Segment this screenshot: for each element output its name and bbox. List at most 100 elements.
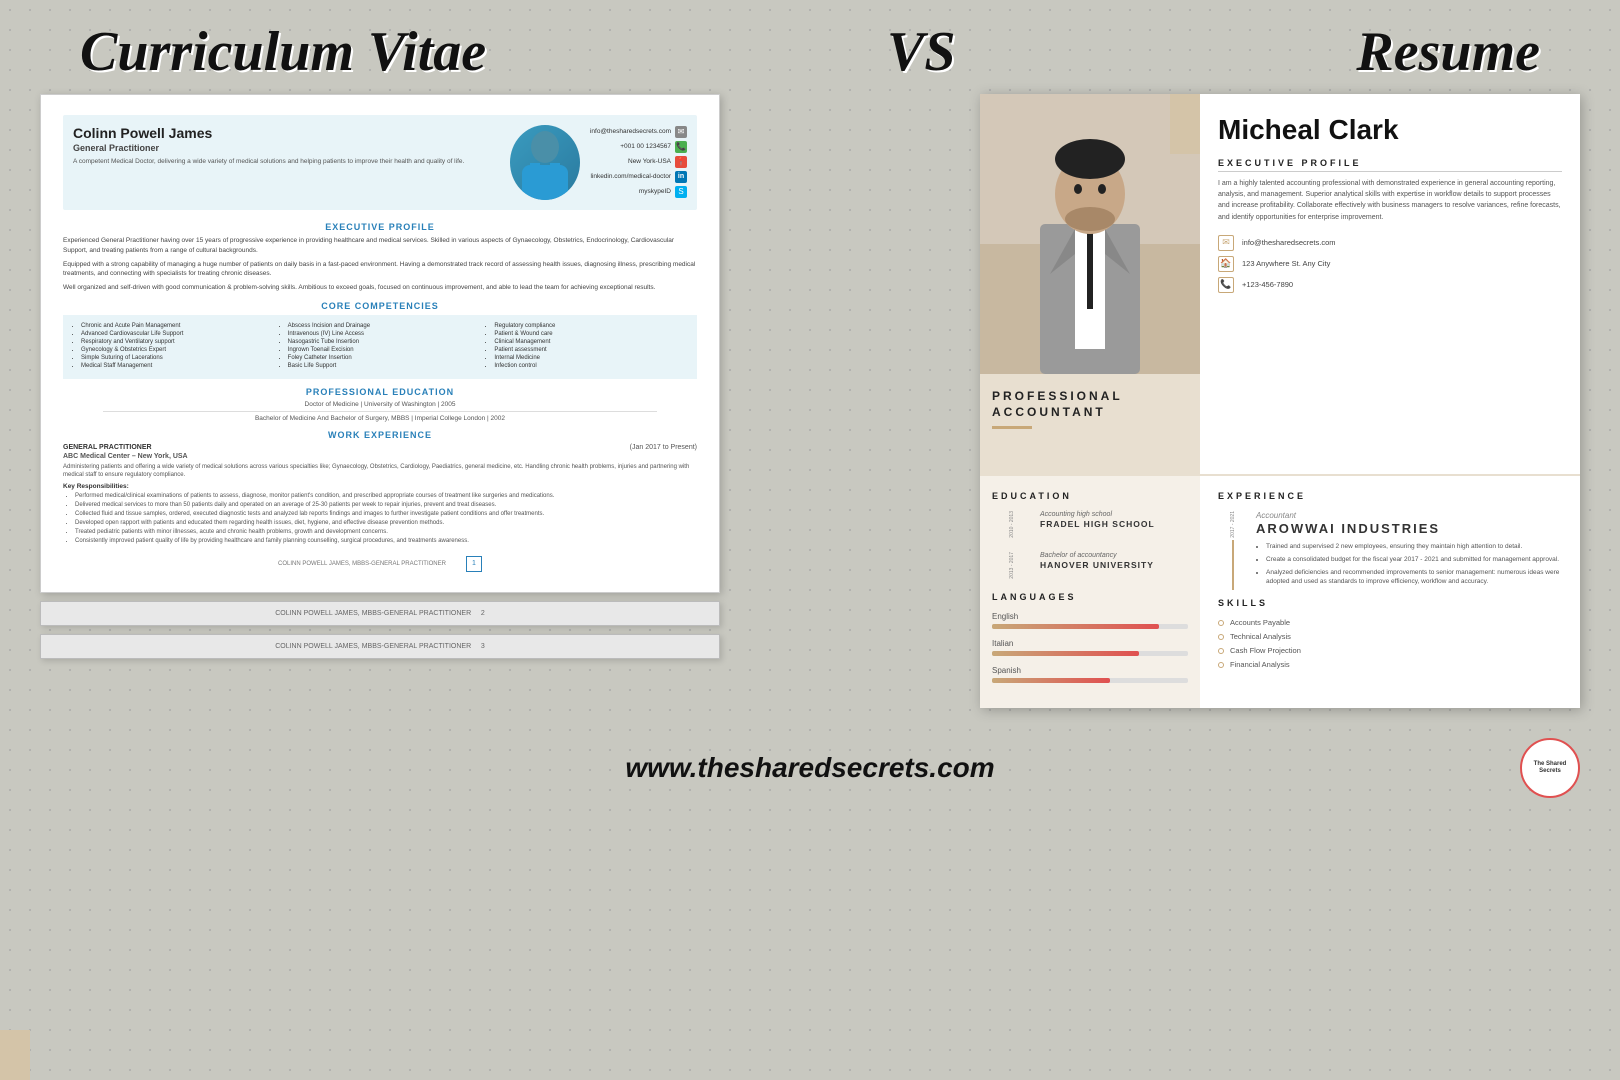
lang-spanish-name: Spanish: [992, 666, 1188, 675]
main-content: Colinn Powell James General Practitioner…: [0, 94, 1620, 728]
list-item: Gynecology & Obstetrics Expert: [81, 347, 276, 353]
list-item: Regulatory compliance: [494, 323, 689, 329]
cv-page2-footer: COLINN POWELL JAMES, MBBS-GENERAL PRACTI…: [275, 610, 471, 617]
cv-profile-3: Well organized and self-driven with good…: [63, 283, 697, 293]
resume-bottom: EDUCATION 2010 - 2013 Accounting high sc…: [980, 474, 1580, 708]
cv-page-1: Colinn Powell James General Practitioner…: [40, 94, 720, 593]
cv-competencies-title: CORE COMPETENCIES: [63, 301, 697, 311]
cv-page-number: 1: [466, 556, 482, 572]
exp-item-1: 2017 - 2021 Accountant AROWWAI INDUSTRIE…: [1218, 511, 1562, 590]
cv-page3-footer: COLINN POWELL JAMES, MBBS-GENERAL PRACTI…: [275, 643, 471, 650]
website-url: www.thesharedsecrets.com: [625, 752, 994, 784]
cv-title: Curriculum Vitae: [80, 20, 486, 84]
cv-work-desc: Administering patients and offering a wi…: [63, 463, 697, 480]
resume-title: Resume: [1356, 20, 1540, 84]
exp-company-name: AROWWAI INDUSTRIES: [1256, 521, 1562, 536]
list-item: Basic Life Support: [288, 363, 483, 369]
exp-bullets-list: Trained and supervised 2 new employees, …: [1256, 542, 1562, 587]
contact-phone-row: +001 00 1234567 📞: [590, 140, 687, 153]
resume-phone-icon: 📞: [1218, 277, 1234, 293]
cv-comp-list-1: Chronic and Acute Pain Management Advanc…: [71, 323, 276, 369]
skill-label: Cash Flow Projection: [1230, 646, 1301, 655]
resume-address: 123 Anywhere St. Any City: [1242, 259, 1330, 268]
cv-work-org: ABC Medical Center – New York, USA: [63, 453, 697, 460]
resume-address-icon: 🏠: [1218, 256, 1234, 272]
list-item: Consistently improved patient quality of…: [75, 537, 697, 546]
resume-contact-email: ✉ info@thesharedsecrets.com: [1218, 235, 1562, 251]
resume-prof-title: PROFESSIONAL ACCOUNTANT: [980, 374, 1200, 450]
skill-dot: [1218, 662, 1224, 668]
cv-work-bullets: Performed medical/clinical examinations …: [63, 492, 697, 546]
cv-edu-2: Bachelor of Medicine And Bachelor of Sur…: [63, 415, 697, 422]
skill-dot: [1218, 648, 1224, 654]
cv-phone: +001 00 1234567: [620, 140, 671, 153]
lang-italian: Italian: [992, 639, 1188, 656]
edu-year-bar-2: 2013 - 2017: [992, 552, 1032, 581]
resume-skills-title: SKILLS: [1218, 598, 1562, 608]
cv-header-info: Colinn Powell James General Practitioner…: [73, 125, 500, 200]
lang-english-name: English: [992, 612, 1188, 621]
list-item: Trained and supervised 2 new employees, …: [1266, 542, 1562, 552]
contact-location-row: New York-USA 📍: [590, 155, 687, 168]
list-item: Respiratory and Ventilatory support: [81, 339, 276, 345]
list-item: Simple Suturing of Lacerations: [81, 355, 276, 361]
skill-accounts-payable: Accounts Payable: [1218, 618, 1562, 627]
list-item: Collected fluid and tissue samples, orde…: [75, 510, 697, 519]
cv-photo-svg: [510, 125, 580, 200]
list-item: Performed medical/clinical examinations …: [75, 492, 697, 501]
resume-exec-title: EXECUTIVE PROFILE: [1218, 158, 1562, 172]
lang-english-bar-bg: [992, 624, 1188, 629]
exp-content-1: Accountant AROWWAI INDUSTRIES Trained an…: [1256, 511, 1562, 590]
list-item: Create a consolidated budget for the fis…: [1266, 555, 1562, 565]
list-item: Delivered medical services to more than …: [75, 501, 697, 510]
list-item: Abscess Incision and Drainage: [288, 323, 483, 329]
list-item: Patient & Wound care: [494, 331, 689, 337]
list-item: Medical Staff Management: [81, 363, 276, 369]
cv-exec-profile-title: EXECUTIVE PROFILE: [63, 222, 697, 232]
cv-work-list: Performed medical/clinical examinations …: [63, 492, 697, 546]
skill-label: Financial Analysis: [1230, 660, 1290, 669]
list-item: Foley Catheter Insertion: [288, 355, 483, 361]
resume-prof-line2: ACCOUNTANT: [992, 405, 1188, 421]
edu-school-2: HANOVER UNIVERSITY: [1040, 560, 1188, 570]
cv-comp-col-2: Abscess Incision and Drainage Intravenou…: [278, 323, 483, 371]
edu-item-2: 2013 - 2017 Bachelor of accountancy HANO…: [992, 552, 1188, 581]
list-item: Developed open rapport with patients and…: [75, 519, 697, 528]
cv-comp-list-3: Regulatory compliance Patient & Wound ca…: [484, 323, 689, 369]
resume-page: PROFESSIONAL ACCOUNTANT Micheal Clark EX…: [980, 94, 1580, 708]
resume-contact-address: 🏠 123 Anywhere St. Any City: [1218, 256, 1562, 272]
skill-label: Accounts Payable: [1230, 618, 1290, 627]
exp-bar-line-1: [1232, 540, 1234, 590]
resume-name: Micheal Clark: [1218, 114, 1562, 146]
exp-year-1: 2017 - 2021: [1230, 511, 1236, 538]
cv-section: Colinn Powell James General Practitioner…: [40, 94, 720, 708]
vs-text: VS: [887, 20, 956, 84]
cv-contact: info@thesharedsecrets.com ✉ +001 00 1234…: [590, 125, 687, 200]
list-item: Intravenous (IV) Line Access: [288, 331, 483, 337]
list-item: Internal Medicine: [494, 355, 689, 361]
resume-photo-area: [980, 94, 1200, 374]
linkedin-icon: in: [675, 171, 687, 183]
cv-page2-num: 2: [481, 610, 485, 617]
resume-email-icon: ✉: [1218, 235, 1234, 251]
lang-italian-bar-bg: [992, 651, 1188, 656]
contact-linkedin-row: linkedin.com/medical-doctor in: [590, 170, 687, 183]
list-item: Nasogastric Tube Insertion: [288, 339, 483, 345]
list-item: Clinical Management: [494, 339, 689, 345]
cv-page-3: COLINN POWELL JAMES, MBBS-GENERAL PRACTI…: [40, 634, 720, 659]
cv-work-resp: Key Responsibilities:: [63, 483, 697, 490]
resume-contact-list: ✉ info@thesharedsecrets.com 🏠 123 Anywhe…: [1218, 235, 1562, 293]
list-item: Analyzed deficiencies and recommended im…: [1266, 568, 1562, 588]
resume-photo-svg: [980, 94, 1200, 374]
list-item: Patient assessment: [494, 347, 689, 353]
skill-dot: [1218, 620, 1224, 626]
beige-deco-bottom: [0, 1030, 30, 1080]
skill-dot: [1218, 634, 1224, 640]
list-item: Advanced Cardiovascular Life Support: [81, 331, 276, 337]
lang-spanish: Spanish: [992, 666, 1188, 683]
cv-page3-num: 3: [481, 643, 485, 650]
cv-photo: [510, 125, 580, 200]
resume-lang-title: LANGUAGES: [992, 592, 1188, 602]
cv-name: Colinn Powell James: [73, 125, 500, 141]
logo-circle: The SharedSecrets: [1520, 738, 1580, 798]
